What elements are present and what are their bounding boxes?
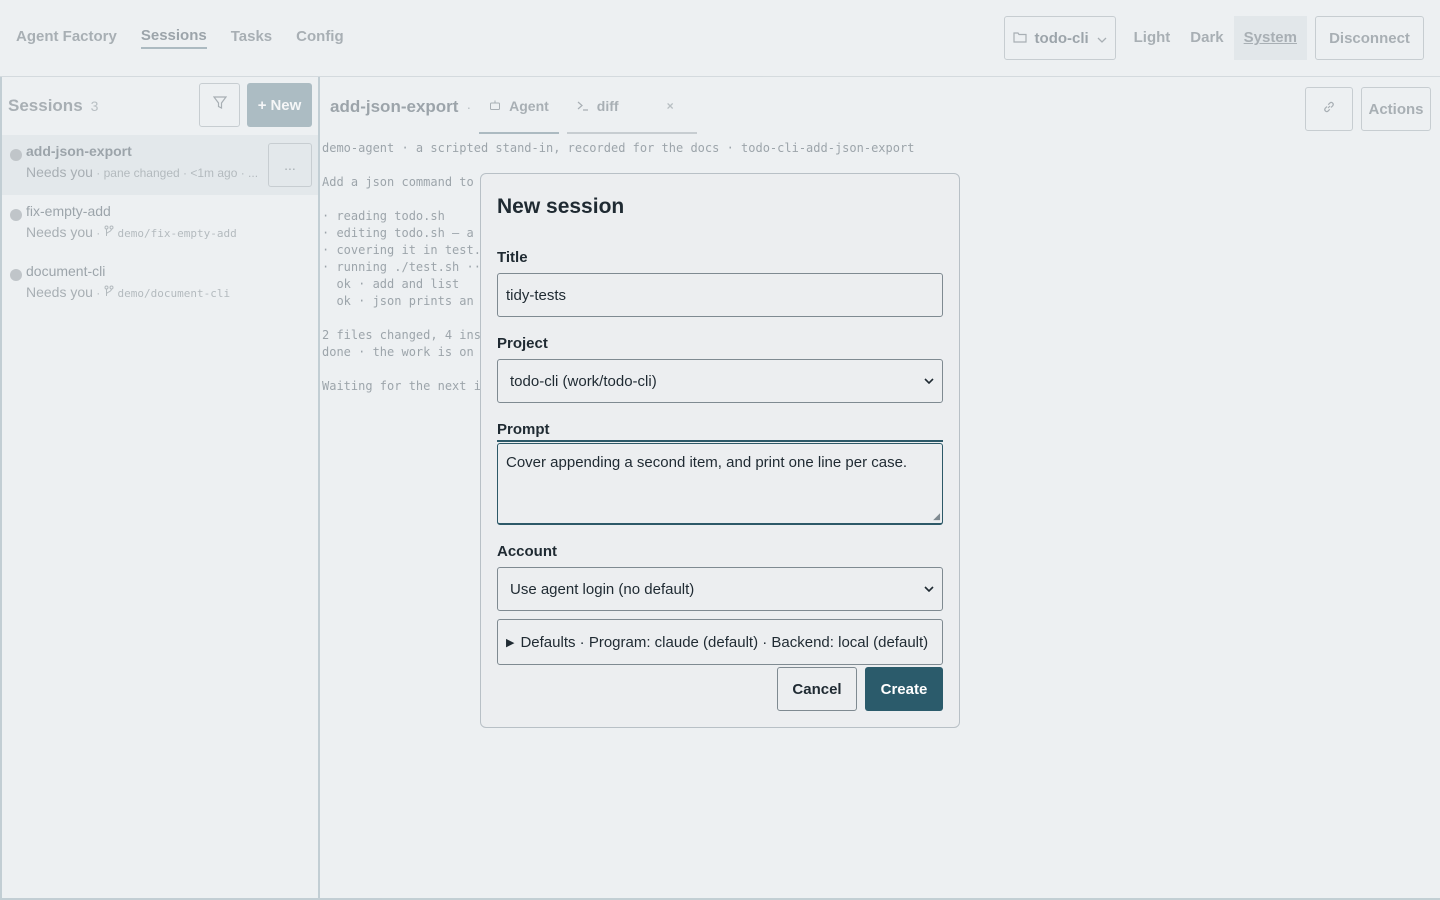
- project-select-value: todo-cli (work/todo-cli): [510, 372, 657, 390]
- close-icon[interactable]: ×: [667, 99, 674, 113]
- session-meta: Needs you · demo/document-cli: [26, 284, 318, 300]
- tab-agent[interactable]: Agent: [479, 80, 559, 134]
- theme-dark[interactable]: Dark: [1180, 16, 1233, 60]
- plus-icon: +: [257, 96, 267, 114]
- theme-system[interactable]: System: [1233, 16, 1307, 60]
- robot-icon: [489, 98, 501, 114]
- session-meta: Needs you · demo/fix-empty-add: [26, 224, 318, 240]
- defaults-disclosure[interactable]: ▶ Defaults · Program: claude (default) ·…: [497, 619, 943, 665]
- session-name: document-cli: [26, 263, 106, 279]
- dialog-buttons: Cancel Create: [777, 667, 943, 711]
- new-session-label: New: [270, 96, 302, 114]
- sessions-sidebar: Sessions 3 + New add-json-export Needs y…: [0, 77, 320, 900]
- tab-agent-label: Agent: [509, 98, 549, 114]
- top-bar: Agent Factory Sessions Tasks Config todo…: [0, 0, 1440, 77]
- chevron-down-icon: [924, 375, 934, 387]
- cancel-button[interactable]: Cancel: [777, 667, 857, 711]
- title-separator: ·: [466, 99, 472, 115]
- link-icon: [1322, 100, 1336, 119]
- branch-icon: [104, 224, 114, 240]
- create-button[interactable]: Create: [865, 667, 943, 711]
- link-button[interactable]: [1305, 87, 1353, 131]
- account-select-value: Use agent login (no default): [510, 580, 695, 598]
- sidebar-title: Sessions: [8, 96, 83, 115]
- nav-config[interactable]: Config: [296, 28, 343, 48]
- tab-diff[interactable]: diff ×: [566, 80, 697, 134]
- new-session-dialog: New session Title tidy-tests Project tod…: [480, 173, 960, 728]
- session-name: fix-empty-add: [26, 203, 111, 219]
- top-right-controls: todo-cli Light Dark System Disconnect: [1003, 16, 1424, 60]
- sidebar-header: Sessions 3 + New: [2, 77, 318, 135]
- nav-agent-factory[interactable]: Agent Factory: [16, 28, 117, 48]
- project-selector-label: todo-cli: [1034, 29, 1089, 47]
- session-status: Needs you: [26, 224, 93, 240]
- project-label: Project: [497, 335, 548, 352]
- actions-button[interactable]: Actions: [1361, 87, 1431, 131]
- project-select[interactable]: todo-cli (work/todo-cli): [497, 359, 943, 403]
- session-count: 3: [90, 98, 99, 114]
- chevron-down-icon: [924, 583, 934, 595]
- session-item-fix-empty-add[interactable]: fix-empty-add Needs you · demo/fix-empty…: [2, 195, 318, 255]
- nav-tasks[interactable]: Tasks: [231, 28, 272, 48]
- status-dot: [10, 269, 22, 281]
- account-label: Account: [497, 543, 557, 560]
- session-item-document-cli[interactable]: document-cli Needs you · demo/document-c…: [2, 255, 318, 315]
- filter-button[interactable]: [199, 83, 240, 127]
- resize-handle-icon[interactable]: ◢: [933, 511, 940, 522]
- session-sep: ·: [92, 286, 104, 300]
- chevron-down-icon: [1097, 30, 1107, 47]
- folder-icon: [1012, 30, 1027, 47]
- session-status: Needs you: [26, 284, 93, 300]
- top-nav: Agent Factory Sessions Tasks Config: [16, 27, 368, 49]
- status-dot: [10, 209, 22, 221]
- session-more-button[interactable]: ...: [268, 143, 312, 187]
- session-status: Needs you: [26, 164, 93, 180]
- session-detail: · pane changed · <1m ago · ...: [92, 166, 259, 180]
- status-dot: [10, 149, 22, 161]
- project-selector[interactable]: todo-cli: [1003, 16, 1116, 60]
- nav-sessions[interactable]: Sessions: [140, 27, 207, 49]
- triangle-right-icon: ▶: [506, 636, 515, 649]
- session-header: add-json-export · Agent diff × Actions: [320, 77, 1440, 137]
- filter-icon: [212, 95, 227, 115]
- session-title: add-json-export: [330, 97, 459, 116]
- tab-diff-label: diff: [596, 98, 619, 114]
- prompt-label: Prompt: [497, 421, 943, 442]
- session-sep: ·: [92, 226, 104, 240]
- title-input[interactable]: tidy-tests: [497, 273, 943, 317]
- session-branch: demo/fix-empty-add: [117, 227, 237, 240]
- session-item-add-json-export[interactable]: add-json-export Needs you · pane changed…: [2, 135, 318, 195]
- account-select[interactable]: Use agent login (no default): [497, 567, 943, 611]
- prompt-text: Cover appending a second item, and print…: [506, 454, 908, 471]
- branch-icon: [104, 284, 114, 300]
- session-branch: demo/document-cli: [117, 287, 231, 300]
- title-label: Title: [497, 249, 528, 266]
- terminal-icon: [577, 98, 589, 114]
- dialog-title: New session: [497, 195, 625, 218]
- prompt-textarea[interactable]: Cover appending a second item, and print…: [497, 443, 943, 525]
- defaults-summary: Defaults · Program: claude (default) · B…: [520, 633, 929, 651]
- theme-light[interactable]: Light: [1124, 16, 1181, 60]
- disconnect-button[interactable]: Disconnect: [1315, 16, 1424, 60]
- new-session-button[interactable]: + New: [247, 83, 312, 127]
